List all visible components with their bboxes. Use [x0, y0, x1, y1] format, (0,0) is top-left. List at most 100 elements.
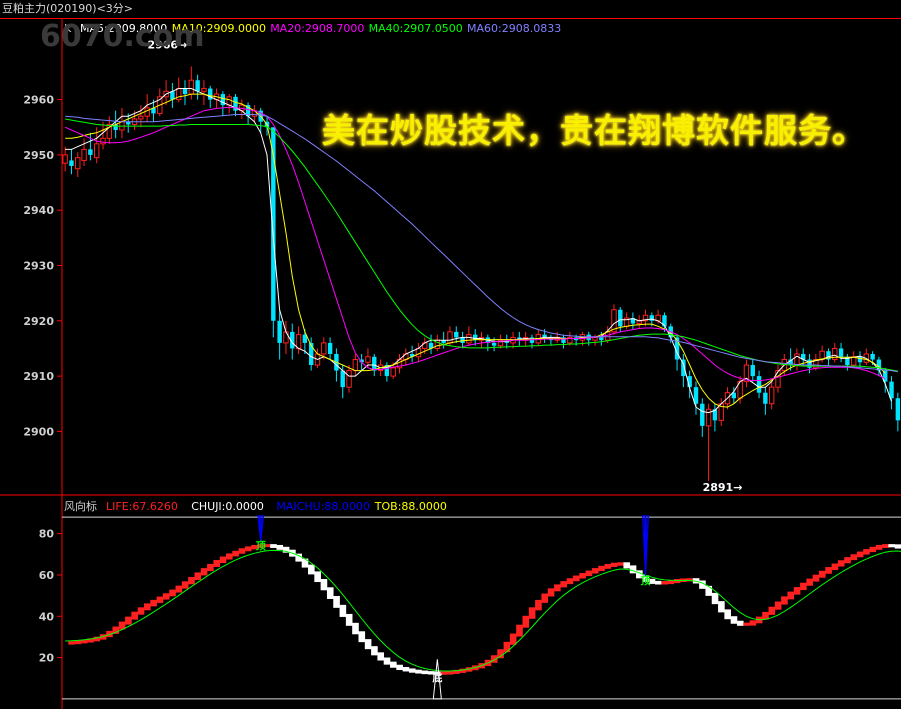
life-step [150, 599, 157, 607]
indicator-tick-label: 80 [39, 528, 55, 541]
life-step [800, 582, 807, 591]
life-step [806, 578, 813, 586]
life-step [415, 669, 422, 674]
life-step [585, 570, 593, 577]
life-step [768, 606, 776, 615]
candle-body [775, 370, 781, 388]
life-step [844, 557, 851, 564]
life-step [137, 607, 145, 615]
candle-body [188, 79, 195, 95]
life-step [390, 661, 397, 668]
price-tick-label: 2960 [23, 94, 54, 107]
candle-body [283, 331, 289, 344]
life-step [736, 620, 744, 626]
candle-body [75, 157, 81, 170]
price-tick-label: 2920 [23, 315, 54, 328]
life-step [705, 585, 713, 596]
candle-body [700, 403, 705, 426]
indicator-tick-label: 60 [39, 569, 55, 582]
candle-body [447, 331, 453, 344]
life-step [743, 622, 750, 626]
bottom-signal-label: 底 [432, 671, 442, 684]
life-step [213, 560, 221, 567]
candle-body [195, 80, 200, 92]
life-step [535, 599, 542, 611]
indicator-tick-label: 40 [39, 610, 55, 623]
life-step [125, 616, 132, 625]
candle-body [889, 381, 894, 399]
life-step [654, 580, 662, 585]
life-step [541, 593, 549, 603]
life-step [396, 664, 403, 671]
life-step [875, 544, 883, 550]
life-step [718, 601, 725, 613]
life-step [308, 564, 315, 575]
candle-body [93, 143, 100, 159]
indicator-tick-label: 20 [39, 652, 55, 665]
legend-ma60: MA60:2908.0833 [467, 22, 561, 35]
life-step [383, 657, 391, 665]
price-tick-label: 2930 [23, 260, 54, 273]
life-step [528, 607, 536, 619]
candle-body [756, 376, 762, 393]
life-step [144, 603, 151, 611]
candle-body [201, 88, 207, 92]
life-step [598, 565, 605, 572]
watermark: 6070.com [40, 19, 205, 54]
life-step [244, 546, 252, 552]
life-step [591, 568, 599, 574]
window-title: 豆粕主力(020190)<3分> [2, 2, 134, 15]
life-step [509, 633, 517, 645]
life-step [863, 549, 870, 555]
legend-ma40: MA40:2907.0500 [369, 22, 463, 35]
life-step [850, 554, 858, 561]
life-step [408, 668, 416, 673]
life-step [194, 572, 202, 580]
life-step [617, 562, 624, 566]
life-step [661, 581, 668, 585]
candle-body [62, 154, 68, 164]
legend-ma20: MA20:2908.7000 [270, 22, 364, 35]
candle-body [277, 320, 282, 343]
price-tick-label: 2900 [23, 425, 54, 438]
life-step [711, 592, 719, 605]
life-step [560, 581, 567, 588]
life-step [377, 652, 385, 661]
life-step [232, 550, 239, 557]
candle-body [327, 342, 333, 354]
life-step [882, 544, 889, 548]
legend-chuji: CHUJI:0.0000 [191, 500, 264, 513]
life-step [623, 562, 631, 569]
life-step [787, 591, 795, 600]
legend-tob: TOB:88.0000 [374, 500, 447, 513]
life-step [181, 581, 189, 589]
life-step [522, 615, 530, 628]
life-step [219, 556, 227, 564]
life-step [554, 584, 561, 592]
candle-body [750, 365, 755, 377]
life-step [566, 578, 574, 585]
price-tick-label: 2910 [23, 370, 54, 383]
indicator-title: 风向标 [64, 499, 97, 513]
candle-body [182, 88, 188, 95]
life-step [175, 585, 183, 593]
kline-panel[interactable]: 2900291029202930294029502960K MA5:2909.80… [23, 22, 901, 494]
life-step [629, 565, 637, 574]
life-step [503, 641, 511, 653]
life-step [162, 593, 170, 600]
life-step [68, 641, 75, 645]
candle-body [100, 137, 106, 145]
life-step [364, 639, 372, 650]
life-step [276, 544, 284, 550]
life-step [856, 551, 864, 558]
candle-body [599, 337, 604, 341]
life-step [894, 544, 901, 549]
life-step [774, 601, 782, 610]
life-step [831, 563, 839, 571]
life-step [326, 587, 334, 599]
candle-body [352, 359, 359, 372]
life-step [724, 609, 731, 620]
life-step [818, 570, 826, 578]
candle-body [491, 342, 497, 346]
candle-body [763, 392, 768, 404]
